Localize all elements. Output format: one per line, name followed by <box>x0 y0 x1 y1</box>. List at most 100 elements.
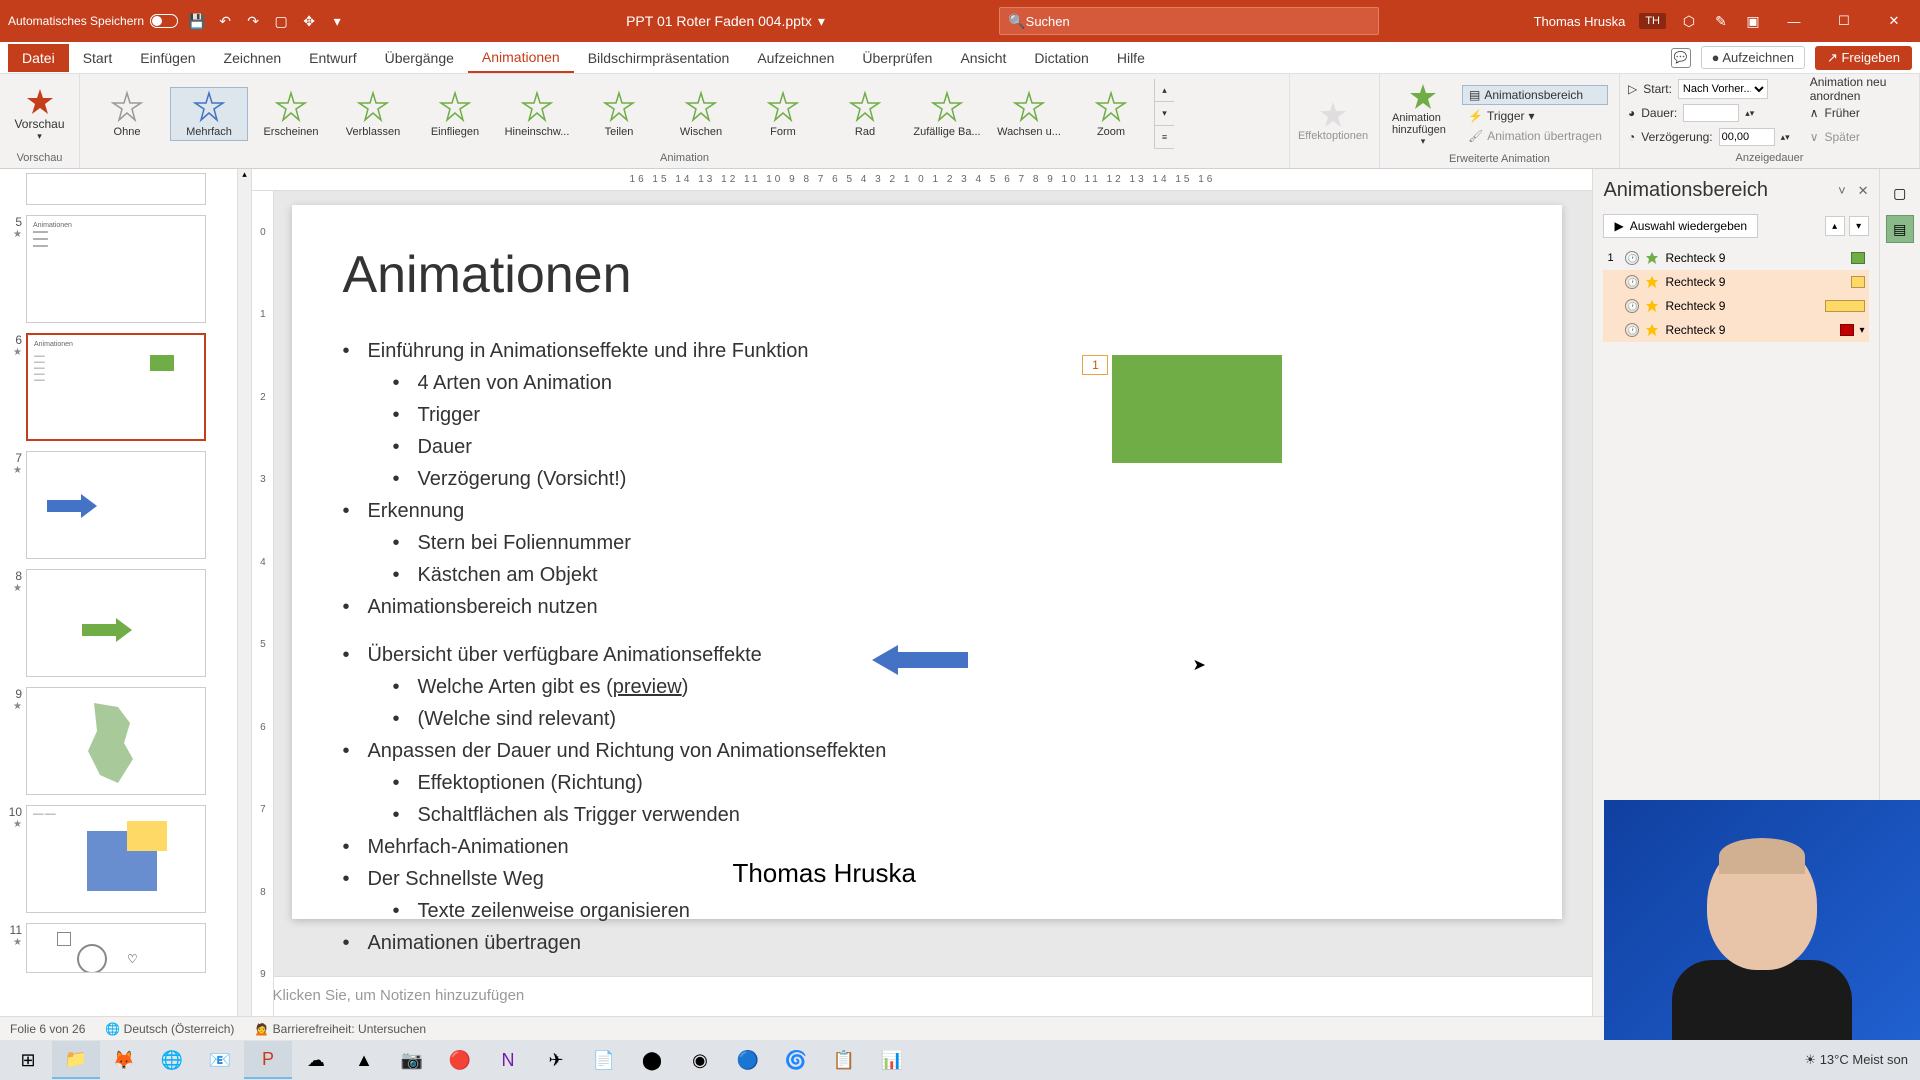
anim-gallery-zufällige ba...[interactable]: Zufällige Ba... <box>908 88 986 140</box>
undo-icon[interactable]: ↶ <box>216 12 234 30</box>
qat-more-icon[interactable]: ▾ <box>328 12 346 30</box>
add-animation-button[interactable]: Animation hinzufügen▾ <box>1388 78 1458 151</box>
comments-icon[interactable]: 💬 <box>1671 48 1691 68</box>
outlook-icon[interactable]: 📧 <box>196 1041 244 1079</box>
thumbnail-8[interactable] <box>26 569 206 677</box>
thumbnail-6[interactable]: Animationen═══════════════ <box>26 333 206 441</box>
close-pane-icon[interactable]: ✕ <box>1858 183 1869 199</box>
save-icon[interactable]: 💾 <box>188 12 206 30</box>
start-select[interactable]: Nach Vorher... <box>1678 79 1768 99</box>
app-icon-5[interactable]: ◉ <box>676 1041 724 1079</box>
app-icon-2[interactable]: 📷 <box>388 1041 436 1079</box>
thumbnail-9[interactable] <box>26 687 206 795</box>
minimize-button[interactable]: — <box>1776 6 1812 36</box>
anim-list-item[interactable]: 1🕐Rechteck 9 <box>1603 246 1868 270</box>
search-input[interactable] <box>1026 14 1371 29</box>
onenote-icon[interactable]: N <box>484 1041 532 1079</box>
weather-widget[interactable]: ☀ 13°C Meist son <box>1804 1052 1908 1068</box>
vlc-icon[interactable]: ▲ <box>340 1041 388 1079</box>
tab-hilfe[interactable]: Hilfe <box>1103 44 1159 72</box>
user-badge[interactable]: TH <box>1639 13 1666 29</box>
toggle-switch[interactable] <box>150 14 178 28</box>
tab-aufzeichnen[interactable]: Aufzeichnen <box>743 44 848 72</box>
language-status[interactable]: 🌐 Deutsch (Österreich) <box>105 1022 234 1036</box>
app-icon-4[interactable]: 📄 <box>580 1041 628 1079</box>
thumb-scrollbar[interactable]: ▴ <box>237 169 253 1016</box>
touch-icon[interactable]: ✥ <box>300 12 318 30</box>
animation-tag[interactable]: 1 <box>1082 355 1108 375</box>
thumbnail-7[interactable] <box>26 451 206 559</box>
anim-gallery-erscheinen[interactable]: Erscheinen <box>252 88 330 140</box>
hex-icon[interactable]: ⬡ <box>1680 12 1698 30</box>
edge-icon[interactable]: 🌀 <box>772 1041 820 1079</box>
tab-start[interactable]: Start <box>69 44 127 72</box>
tab-animationen[interactable]: Animationen <box>468 43 574 73</box>
maximize-button[interactable]: ☐ <box>1826 6 1862 36</box>
chrome-icon[interactable]: 🌐 <box>148 1041 196 1079</box>
tab-dictation[interactable]: Dictation <box>1020 44 1102 72</box>
telegram-icon[interactable]: ✈ <box>532 1041 580 1079</box>
anim-gallery-wachsen u...[interactable]: Wachsen u... <box>990 88 1068 140</box>
move-up-button[interactable]: ▴ <box>1825 216 1845 236</box>
firefox-icon[interactable]: 🦊 <box>100 1041 148 1079</box>
trigger-button[interactable]: ⚡ Trigger ▾ <box>1462 107 1608 125</box>
anim-list-item[interactable]: 🕐Rechteck 9 <box>1603 270 1868 294</box>
app-icon-7[interactable]: 📋 <box>820 1041 868 1079</box>
autosave-toggle[interactable]: Automatisches Speichern <box>8 14 178 28</box>
powerpoint-icon[interactable]: P <box>244 1041 292 1079</box>
thumbnail-11[interactable]: ♡ <box>26 923 206 973</box>
anim-list-item[interactable]: 🕐Rechteck 9▾ <box>1603 318 1868 342</box>
record-button[interactable]: ● Aufzeichnen <box>1701 46 1805 69</box>
accessibility-status[interactable]: 🙍 Barrierefreiheit: Untersuchen <box>254 1022 426 1036</box>
search-box[interactable]: 🔍 <box>999 7 1379 35</box>
close-button[interactable]: ✕ <box>1876 6 1912 36</box>
chevron-down-icon[interactable]: ˅ <box>1838 183 1846 199</box>
tab-ansicht[interactable]: Ansicht <box>946 44 1020 72</box>
duration-input[interactable] <box>1683 104 1739 122</box>
notes-placeholder[interactable]: Klicken Sie, um Notizen hinzuzufügen <box>252 976 1592 1016</box>
delay-input[interactable] <box>1719 128 1775 146</box>
draw-icon[interactable]: ✎ <box>1712 12 1730 30</box>
anim-gallery-hineinschw...[interactable]: Hineinschw... <box>498 88 576 140</box>
redo-icon[interactable]: ↷ <box>244 12 262 30</box>
preview-button[interactable]: Vorschau▾ <box>8 83 71 146</box>
present-icon[interactable]: ▢ <box>272 12 290 30</box>
app-icon-3[interactable]: 🔴 <box>436 1041 484 1079</box>
anim-gallery-form[interactable]: Form <box>744 88 822 140</box>
tab-uebergaenge[interactable]: Übergänge <box>371 44 468 72</box>
anim-gallery-einfliegen[interactable]: Einfliegen <box>416 88 494 140</box>
window-icon[interactable]: ▣ <box>1744 12 1762 30</box>
thumbnail-5[interactable]: Animationen═════════ <box>26 215 206 323</box>
author-text[interactable]: Thomas Hruska <box>732 858 916 889</box>
anim-gallery-verblassen[interactable]: Verblassen <box>334 88 412 140</box>
move-earlier-button[interactable]: ∧ Früher <box>1810 102 1911 124</box>
move-later-button[interactable]: ∨ Später <box>1810 126 1911 148</box>
username[interactable]: Thomas Hruska <box>1534 14 1626 29</box>
app-icon-6[interactable]: 🔵 <box>724 1041 772 1079</box>
tab-einfuegen[interactable]: Einfügen <box>126 44 209 72</box>
tab-praesentation[interactable]: Bildschirmpräsentation <box>574 44 744 72</box>
slide-title[interactable]: Animationen <box>342 245 1512 305</box>
anim-gallery-zoom[interactable]: Zoom <box>1072 88 1150 140</box>
anim-list-item[interactable]: 🕐Rechteck 9 <box>1603 294 1868 318</box>
thumbnail-10[interactable]: ═══ ═══ <box>26 805 206 913</box>
anim-gallery-mehrfach[interactable]: Mehrfach <box>170 87 248 141</box>
start-menu-button[interactable]: ⊞ <box>4 1041 52 1079</box>
anim-gallery-ohne[interactable]: Ohne <box>88 88 166 140</box>
move-down-button[interactable]: ▾ <box>1849 216 1869 236</box>
slide-counter[interactable]: Folie 6 von 26 <box>10 1022 85 1036</box>
app-icon-8[interactable]: 📊 <box>868 1041 916 1079</box>
slide-canvas[interactable]: Animationen 1 Einführung in Animationsef… <box>292 205 1562 919</box>
app-icon-1[interactable]: ☁ <box>292 1041 340 1079</box>
obs-icon[interactable]: ⬤ <box>628 1041 676 1079</box>
file-tab[interactable]: Datei <box>8 44 69 72</box>
slide-body-text[interactable]: Einführung in Animationseffekte und ihre… <box>342 335 1512 623</box>
anim-gallery-rad[interactable]: Rad <box>826 88 904 140</box>
thumbnail-partial[interactable] <box>26 173 206 205</box>
play-selection-button[interactable]: ▶ Auswahl wiedergeben <box>1603 214 1758 238</box>
filename[interactable]: PPT 01 Roter Faden 004.pptx ▾ <box>626 13 825 30</box>
anim-gallery-teilen[interactable]: Teilen <box>580 88 658 140</box>
share-button[interactable]: ↗ Freigeben <box>1815 46 1912 70</box>
anim-gallery-wischen[interactable]: Wischen <box>662 88 740 140</box>
gallery-scroll[interactable]: ▴▾≡ <box>1154 79 1174 149</box>
